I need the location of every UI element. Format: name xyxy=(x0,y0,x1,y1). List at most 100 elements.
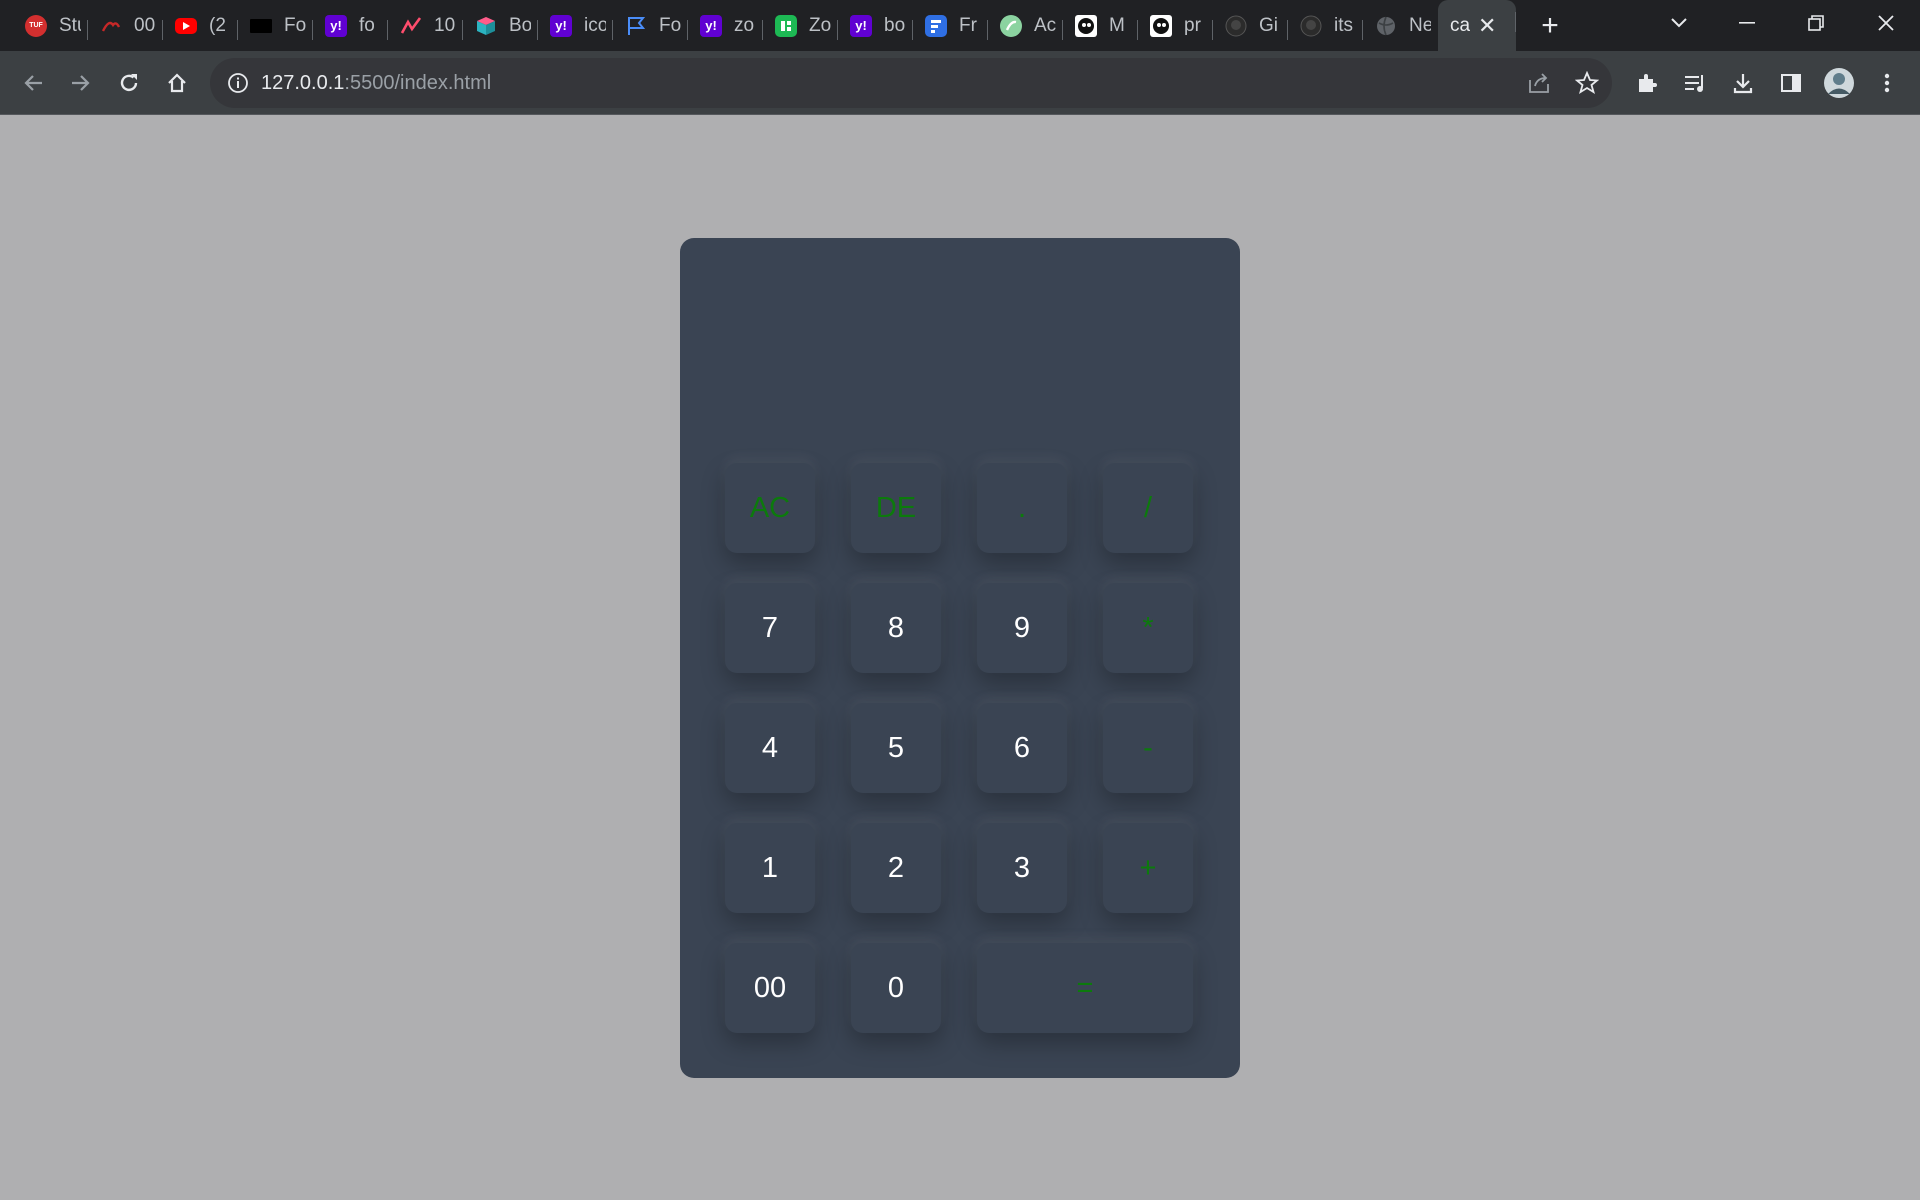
tab[interactable]: y! fo xyxy=(313,8,388,44)
tab-title: ca xyxy=(1450,14,1470,36)
delete-button[interactable]: DE xyxy=(851,463,941,553)
home-button[interactable] xyxy=(157,63,197,103)
add-button[interactable]: + xyxy=(1103,823,1193,913)
close-tab-icon[interactable]: ✕ xyxy=(1478,14,1496,37)
yahoo-icon: y! xyxy=(550,14,572,37)
tab[interactable]: pr xyxy=(1138,8,1213,44)
digit-3-button[interactable]: 3 xyxy=(977,823,1067,913)
bookmark-star-icon[interactable] xyxy=(1574,70,1600,100)
cube-icon xyxy=(475,15,497,37)
browser-menu-icon[interactable] xyxy=(1867,63,1907,103)
divide-button[interactable]: / xyxy=(1103,463,1193,553)
flame-icon xyxy=(100,15,122,37)
equals-button[interactable]: = xyxy=(977,943,1193,1033)
tab-title: Stu xyxy=(59,14,81,36)
digit-9-button[interactable]: 9 xyxy=(977,583,1067,673)
tab-title: zo xyxy=(734,14,755,36)
browser-toolbar: 127.0.0.1:5500/index.html xyxy=(0,51,1920,115)
download-icon[interactable] xyxy=(1723,63,1763,103)
flag-icon xyxy=(625,15,647,37)
tab[interactable]: Ac xyxy=(988,8,1063,44)
tab[interactable]: y! zo xyxy=(688,8,763,44)
double-zero-button[interactable]: 00 xyxy=(725,943,815,1033)
extensions-icon[interactable] xyxy=(1627,63,1667,103)
side-panel-icon[interactable] xyxy=(1771,63,1811,103)
tab[interactable]: 00 xyxy=(88,8,163,44)
github-icon xyxy=(1300,15,1322,37)
close-window-button[interactable] xyxy=(1856,0,1916,45)
tab[interactable]: Zo xyxy=(763,8,838,44)
tab-title: 00 xyxy=(134,14,156,36)
digit-0-button[interactable]: 0 xyxy=(851,943,941,1033)
address-bar[interactable]: 127.0.0.1:5500/index.html xyxy=(210,58,1612,108)
yahoo-icon: y! xyxy=(850,14,872,37)
clear-all-button[interactable]: AC xyxy=(725,463,815,553)
tab[interactable]: its xyxy=(1288,8,1363,44)
digit-6-button[interactable]: 6 xyxy=(977,703,1067,793)
media-queue-icon[interactable] xyxy=(1675,63,1715,103)
tab[interactable]: TUF Stu xyxy=(13,8,88,44)
digit-7-button[interactable]: 7 xyxy=(725,583,815,673)
decimal-point-button[interactable]: . xyxy=(977,463,1067,553)
github-icon xyxy=(1225,15,1247,37)
tab[interactable]: Fo xyxy=(613,8,688,44)
trend-icon xyxy=(400,15,422,37)
digit-4-button[interactable]: 4 xyxy=(725,703,815,793)
subtract-button[interactable]: - xyxy=(1103,703,1193,793)
tab[interactable]: Gi xyxy=(1213,8,1288,44)
restore-button[interactable] xyxy=(1786,0,1846,45)
share-icon[interactable] xyxy=(1527,71,1551,100)
avatar-face-icon xyxy=(1150,14,1172,37)
tab-strip: TUF Stu 00 (2 Fo y! fo 10 Bo y! ico Fo y! zo… xyxy=(0,0,1920,51)
tab-title: Bo xyxy=(509,14,531,36)
tab-title: bo xyxy=(884,14,906,36)
digit-1-button[interactable]: 1 xyxy=(725,823,815,913)
calculator-display xyxy=(710,268,1210,418)
tab-title: its xyxy=(1334,14,1353,36)
forward-button[interactable] xyxy=(61,63,101,103)
tab-title: Fr xyxy=(959,14,977,36)
tab-title: Gi xyxy=(1259,14,1278,36)
tab-title: Ac xyxy=(1034,14,1056,36)
active-tab[interactable]: ca ✕ xyxy=(1438,0,1516,51)
site-info-icon[interactable] xyxy=(227,72,249,99)
tab-title: fo xyxy=(359,14,375,36)
url-path: :5500/index.html xyxy=(344,71,492,94)
tab[interactable]: M xyxy=(1063,8,1138,44)
digit-8-button[interactable]: 8 xyxy=(851,583,941,673)
url-text[interactable]: 127.0.0.1:5500/index.html xyxy=(261,72,491,95)
tab[interactable]: Ne xyxy=(1363,8,1438,44)
tab-list: TUF Stu 00 (2 Fo y! fo 10 Bo y! ico Fo y! zo… xyxy=(13,0,1570,51)
green-circle-icon xyxy=(1000,14,1022,37)
tab[interactable]: 10 xyxy=(388,8,463,44)
tab[interactable]: Fo xyxy=(238,8,313,44)
new-tab-button[interactable]: + xyxy=(1530,6,1570,46)
tab-title: ico xyxy=(584,14,606,36)
tab[interactable]: Fr xyxy=(913,8,988,44)
calculator: AC DE . / 7 8 9 * 4 5 6 - 1 2 3 + 00 0 = xyxy=(680,238,1240,1078)
dark-site-icon xyxy=(250,18,272,33)
digit-2-button[interactable]: 2 xyxy=(851,823,941,913)
url-host: 127.0.0.1 xyxy=(261,71,345,94)
tab[interactable]: y! bo xyxy=(838,8,913,44)
tab[interactable]: Bo xyxy=(463,8,538,44)
minimize-button[interactable] xyxy=(1717,0,1777,45)
green-square-icon xyxy=(775,14,797,37)
digit-5-button[interactable]: 5 xyxy=(851,703,941,793)
takeuforward-icon: TUF xyxy=(25,14,47,37)
yahoo-icon: y! xyxy=(700,14,722,37)
tab-title: 10 xyxy=(434,14,456,36)
profile-avatar[interactable] xyxy=(1819,63,1859,103)
tab-title: (2 xyxy=(209,14,226,36)
avatar-face-icon xyxy=(1075,14,1097,37)
reload-button[interactable] xyxy=(109,63,149,103)
document-blue-icon xyxy=(925,14,947,37)
multiply-button[interactable]: * xyxy=(1103,583,1193,673)
back-button[interactable] xyxy=(13,63,53,103)
tab[interactable]: y! ico xyxy=(538,8,613,44)
tab-title: pr xyxy=(1184,14,1201,36)
tab-search-button[interactable] xyxy=(1649,0,1709,45)
tab-title: Ne xyxy=(1409,14,1431,36)
tab-title: Fo xyxy=(659,14,681,36)
tab[interactable]: (2 xyxy=(163,8,238,44)
